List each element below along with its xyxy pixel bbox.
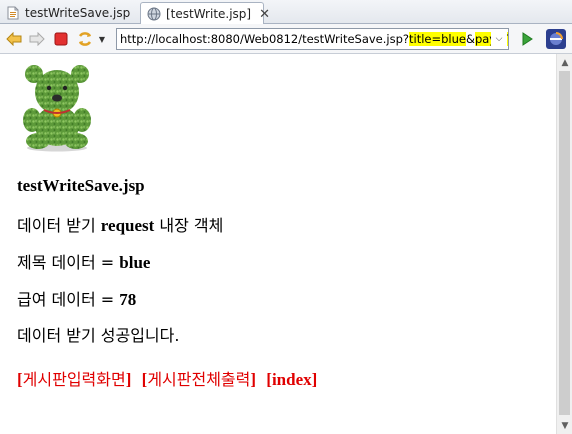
chevron-down-icon: ⌵ (495, 34, 503, 44)
pay-data-line: 급여 데이터 = 78 (17, 286, 136, 310)
vertical-scrollbar[interactable]: ▲ ▼ (556, 54, 572, 434)
refresh-button[interactable] (76, 30, 94, 48)
scroll-up-arrow-icon[interactable]: ▲ (557, 54, 572, 71)
globe-icon (147, 7, 161, 21)
toolbar: ▼ http://localhost:8080/Web0812/testWrit… (0, 24, 572, 54)
refresh-menu-chevron-icon[interactable]: ▼ (96, 30, 108, 48)
line-text-b: 내장 객체 (154, 216, 224, 235)
tab-testwritesave[interactable]: testWriteSave.jsp (0, 2, 140, 24)
index-link[interactable]: [index] (266, 370, 317, 389)
title-data-line: 제목 데이터 = blue (17, 249, 150, 273)
file-jsp-icon (7, 6, 19, 20)
refresh-icon (78, 32, 92, 46)
url-param-title: title=blue (409, 32, 466, 46)
back-button[interactable] (5, 30, 23, 48)
back-icon (6, 32, 22, 46)
go-icon (522, 32, 533, 46)
board-input-text: 게시판입력화면 (22, 370, 126, 389)
page-heading: testWriteSave.jsp (17, 176, 145, 196)
url-history-dropdown[interactable]: ⌵ (491, 29, 507, 49)
tab-label: testWriteSave.jsp (25, 6, 131, 20)
board-list-link[interactable]: [게시판전체출력] (142, 370, 256, 389)
eclipse-button[interactable] (546, 29, 566, 49)
line-text-a: 데이터 받기 (17, 216, 101, 235)
stop-icon (54, 32, 68, 46)
forward-button[interactable] (28, 30, 46, 48)
forward-icon (29, 32, 45, 46)
scroll-down-arrow-icon[interactable]: ▼ (557, 417, 572, 434)
scroll-thumb[interactable] (559, 71, 570, 415)
pay-label: 급여 데이터 = (17, 290, 120, 309)
bracket: ] (125, 370, 132, 389)
board-input-link[interactable]: [게시판입력화면] (17, 370, 131, 389)
url-separator: & (465, 32, 475, 46)
tab-bar: testWriteSave.jsp [testWrite.jsp] ✕ (0, 0, 572, 25)
board-list-text: 게시판전체출력 (147, 370, 251, 389)
url-text: http://localhost:8080/Web0812/testWriteS… (120, 32, 409, 46)
eclipse-icon (546, 29, 566, 49)
success-text: 데이터 받기 성공입니다. (17, 326, 180, 345)
page-content: testWriteSave.jsp 데이터 받기 request 내장 객체 제… (0, 54, 556, 434)
stop-button[interactable] (52, 30, 70, 48)
request-object-line: 데이터 받기 request 내장 객체 (17, 212, 223, 236)
link-row: [게시판입력화면] [게시판전체출력] [index] (17, 366, 323, 390)
heading-text: testWriteSave.jsp (17, 176, 145, 195)
close-icon[interactable]: ✕ (259, 8, 270, 21)
teddy-bear-image (23, 65, 91, 152)
line-text-request: request (100, 216, 155, 235)
tab-testwrite[interactable]: [testWrite.jsp] ✕ (140, 2, 270, 25)
bracket: ] (250, 370, 257, 389)
tab-label: [testWrite.jsp] (166, 7, 252, 21)
title-label: 제목 데이터 = (17, 253, 120, 272)
success-message: 데이터 받기 성공입니다. (17, 322, 179, 346)
address-bar[interactable]: http://localhost:8080/Web0812/testWriteS… (116, 28, 509, 50)
go-button[interactable] (518, 30, 536, 48)
title-value: blue (119, 253, 151, 272)
pay-value: 78 (119, 290, 137, 309)
